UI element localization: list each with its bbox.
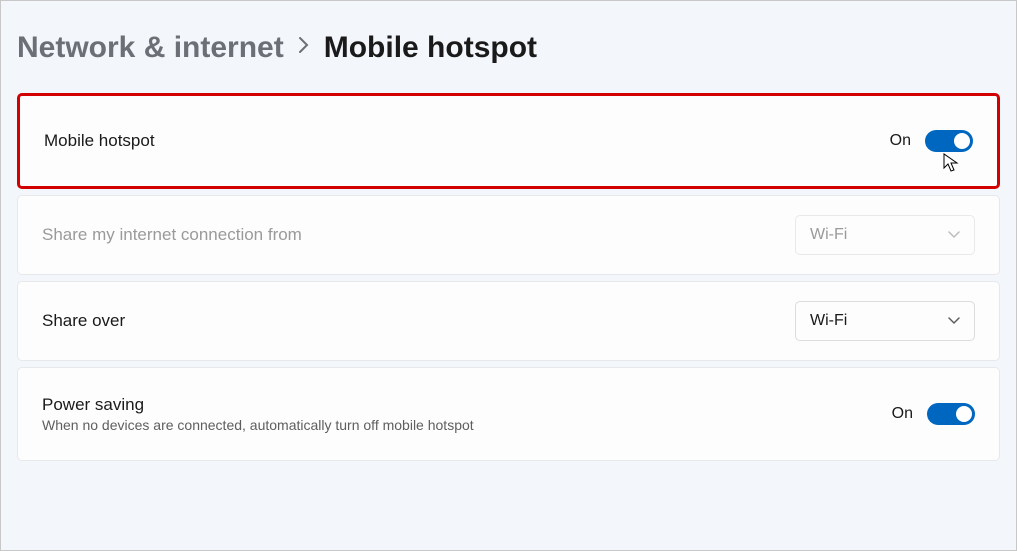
- mobile-hotspot-toggle-group: On: [890, 130, 973, 152]
- share-from-dropdown-value: Wi-Fi: [810, 226, 847, 244]
- breadcrumb: Network & internet Mobile hotspot: [17, 31, 1000, 65]
- mobile-hotspot-card[interactable]: Mobile hotspot On: [17, 93, 1000, 189]
- power-saving-toggle-group: On: [892, 403, 975, 425]
- share-from-label: Share my internet connection from: [42, 225, 302, 245]
- cursor-icon: [943, 153, 959, 178]
- share-from-dropdown: Wi-Fi: [795, 215, 975, 255]
- page-title: Mobile hotspot: [324, 31, 537, 65]
- share-over-dropdown[interactable]: Wi-Fi: [795, 301, 975, 341]
- share-over-label: Share over: [42, 311, 125, 331]
- chevron-down-icon: [948, 228, 960, 242]
- share-from-card: Share my internet connection from Wi-Fi: [17, 195, 1000, 275]
- power-saving-label: Power saving: [42, 395, 474, 415]
- mobile-hotspot-toggle[interactable]: [925, 130, 973, 152]
- mobile-hotspot-toggle-state: On: [890, 132, 911, 150]
- power-saving-toggle[interactable]: [927, 403, 975, 425]
- chevron-right-icon: [298, 36, 310, 60]
- power-saving-sublabel: When no devices are connected, automatic…: [42, 417, 474, 433]
- power-saving-card: Power saving When no devices are connect…: [17, 367, 1000, 461]
- mobile-hotspot-label: Mobile hotspot: [44, 131, 155, 151]
- share-over-card: Share over Wi-Fi: [17, 281, 1000, 361]
- share-over-dropdown-value: Wi-Fi: [810, 312, 847, 330]
- breadcrumb-parent-link[interactable]: Network & internet: [17, 31, 284, 65]
- power-saving-toggle-state: On: [892, 405, 913, 423]
- chevron-down-icon: [948, 314, 960, 328]
